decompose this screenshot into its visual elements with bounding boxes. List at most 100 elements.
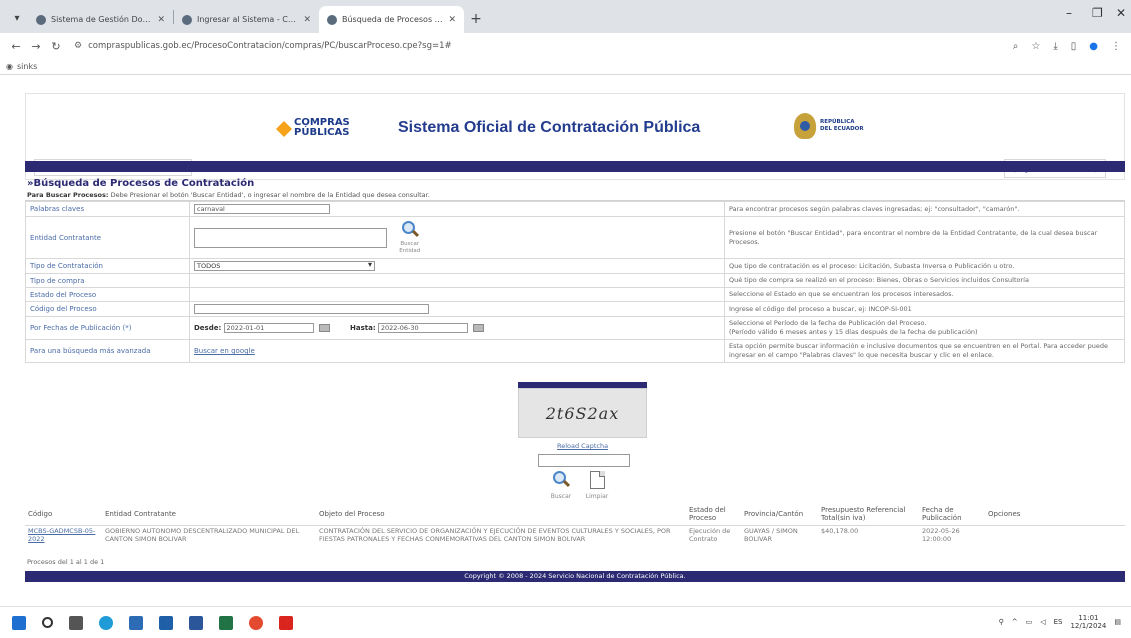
results-count: Procesos del 1 al 1 de 1 <box>27 558 105 566</box>
search-entity-button[interactable]: Buscar Entidad <box>399 220 421 255</box>
taskbar <box>0 606 1131 638</box>
system-tray: ⚲ ^ ▭ ◁ ES 11:01 12/1/2024 ▤ <box>999 606 1121 638</box>
logo-text-line2: PÚBLICAS <box>294 127 350 138</box>
new-tab-button[interactable]: + <box>464 7 488 31</box>
store-icon[interactable] <box>129 615 143 630</box>
section-title: »Búsqueda de Procesos de Contratación <box>27 178 255 189</box>
advanced-label: Para una búsqueda más avanzada <box>25 339 190 363</box>
bookmark-item[interactable]: sinks <box>17 62 37 71</box>
profile-icon[interactable]: ● <box>1089 41 1098 52</box>
clock[interactable]: 11:01 12/1/2024 <box>1070 614 1106 630</box>
search-entity-label2: Entidad <box>399 247 421 254</box>
cell-presupuesto: $40,178.00 <box>821 527 859 535</box>
back-icon[interactable]: ← <box>6 40 26 53</box>
tab-list-icon[interactable]: ▾ <box>6 6 28 30</box>
from-date-input[interactable] <box>223 323 314 333</box>
entity-label: Entidad Contratante <box>25 216 190 259</box>
process-code-link[interactable]: MCBS-GADMCSB-05-2022 <box>25 527 102 553</box>
reload-captcha-link[interactable]: Reload Captcha <box>557 442 608 450</box>
cell-provincia: GUAYAS / SIMON BOLIVAR <box>744 527 798 543</box>
tab-sistema-gestion[interactable]: Sistema de Gestión Docume ✕ <box>28 6 173 33</box>
dates-label: Por Fechas de Publicación (*) <box>25 316 190 340</box>
user-icon[interactable]: ⚲ <box>999 618 1004 626</box>
to-date-input[interactable] <box>377 323 468 333</box>
volume-icon[interactable]: ◁ <box>1040 618 1045 626</box>
minimize-icon[interactable]: – <box>1066 6 1072 20</box>
edge-icon[interactable] <box>99 615 113 630</box>
globe-icon: ◉ <box>6 62 13 71</box>
forward-icon[interactable]: → <box>26 40 46 53</box>
outlook-icon[interactable] <box>159 615 173 630</box>
search-instructions: Para Buscar Procesos: Debe Presionar el … <box>25 190 1125 201</box>
instr-bold: Para Buscar Procesos: <box>27 191 109 199</box>
close-window-icon[interactable]: ✕ <box>1116 6 1126 20</box>
cell-fecha: 2022-05-26 12:00:00 <box>922 527 960 543</box>
dates-hint: Seleccione el Período de la fecha de Pub… <box>724 316 1125 340</box>
republic-label: REPÚBLICA DEL ECUADOR <box>820 119 864 133</box>
purchase-type-hint: Qué tipo de compra se realizó en el proc… <box>724 273 1125 288</box>
entity-input[interactable] <box>194 227 387 248</box>
acrobat-icon[interactable] <box>279 615 293 630</box>
word-icon[interactable] <box>189 615 203 630</box>
close-icon[interactable]: ✕ <box>157 15 165 25</box>
reload-icon[interactable]: ↻ <box>46 40 66 53</box>
tab-busqueda-procesos[interactable]: Búsqueda de Procesos de Con ✕ <box>319 6 464 33</box>
windows-start-icon[interactable] <box>12 615 26 630</box>
close-icon[interactable]: ✕ <box>448 15 456 25</box>
process-code-label: Código del Proceso <box>25 301 190 317</box>
zoom-icon[interactable]: ⌕ <box>1013 41 1019 52</box>
task-view-icon[interactable] <box>69 615 83 630</box>
ecuador-seal-icon <box>794 113 816 139</box>
calendar-icon[interactable] <box>318 324 330 332</box>
magnifier-icon <box>401 220 419 239</box>
results-header: Código Entidad Contratante Objeto del Pr… <box>25 502 1125 526</box>
star-icon[interactable]: ☆ <box>1031 41 1040 52</box>
compras-publicas-logo[interactable]: COMPRAS PÚBLICAS <box>276 117 350 143</box>
to-label: Hasta: <box>350 324 376 332</box>
advanced-hint: Esta opción permite buscar información e… <box>724 339 1125 363</box>
cell-estado: Ejecución de Contrato <box>689 527 731 543</box>
network-icon[interactable]: ▭ <box>1026 618 1033 626</box>
keywords-input[interactable] <box>194 204 330 214</box>
calendar-icon[interactable] <box>473 324 485 332</box>
search-button[interactable]: Buscar <box>546 471 576 500</box>
magnifier-icon <box>552 471 571 489</box>
menu-icon[interactable]: ⋮ <box>1111 41 1121 52</box>
url-text: compraspublicas.gob.ec/ProcesoContrataci… <box>88 41 452 51</box>
republic-line2: DEL ECUADOR <box>820 126 864 132</box>
header-entidad: Entidad Contratante <box>105 509 176 518</box>
header-estado: Estado del Proceso <box>689 505 726 522</box>
browser-tab-bar: ▾ Sistema de Gestión Docume ✕ Ingresar a… <box>0 0 1131 33</box>
clear-button[interactable]: Limpiar <box>582 471 612 500</box>
search-icon[interactable] <box>42 617 53 628</box>
globe-icon <box>182 14 192 25</box>
contract-type-value: TODOS <box>197 262 221 270</box>
tab-label: Ingresar al Sistema - Compras P <box>197 15 300 24</box>
header-codigo: Código <box>28 509 53 518</box>
header-presupuesto: Presupuesto Referencial Total(sin iva) <box>821 505 906 522</box>
republic-line1: REPÚBLICA <box>820 119 855 125</box>
process-code-hint: Ingrese el código del proceso a buscar, … <box>724 301 1125 317</box>
captcha-input[interactable] <box>538 454 630 467</box>
tab-ingresar-sistema[interactable]: Ingresar al Sistema - Compras P ✕ <box>174 6 319 33</box>
close-icon[interactable]: ✕ <box>303 15 311 25</box>
google-search-link[interactable]: Buscar en google <box>194 347 255 355</box>
table-row: MCBS-GADMCSB-05-2022 GOBIERNO AUTONOMO D… <box>25 527 1125 553</box>
chrome-icon[interactable] <box>249 615 263 630</box>
process-state-hint: Seleccione el Estado en que se encuentra… <box>724 287 1125 302</box>
language-icon[interactable]: ES <box>1054 618 1063 626</box>
url-field[interactable]: ⚙ compraspublicas.gob.ec/ProcesoContrata… <box>74 41 452 51</box>
site-info-icon[interactable]: ⚙ <box>74 41 82 51</box>
browser-toolbar: ⌕ ☆ ⤓ ▯ ● ⋮ <box>1013 33 1121 59</box>
logo-mark-icon <box>276 121 292 137</box>
clear-button-label: Limpiar <box>585 493 609 500</box>
dates-hint-line2: (Período válido 6 meses antes y 15 días … <box>729 328 978 336</box>
chevron-up-icon[interactable]: ^ <box>1012 618 1018 626</box>
process-code-input[interactable] <box>194 304 429 314</box>
download-icon[interactable]: ⤓ <box>1053 41 1057 52</box>
contract-type-select[interactable]: TODOS <box>194 260 375 271</box>
excel-icon[interactable] <box>219 615 233 630</box>
maximize-icon[interactable]: ❐ <box>1092 6 1103 20</box>
sidebar-icon[interactable]: ▯ <box>1071 41 1077 52</box>
notifications-icon[interactable]: ▤ <box>1114 618 1121 626</box>
